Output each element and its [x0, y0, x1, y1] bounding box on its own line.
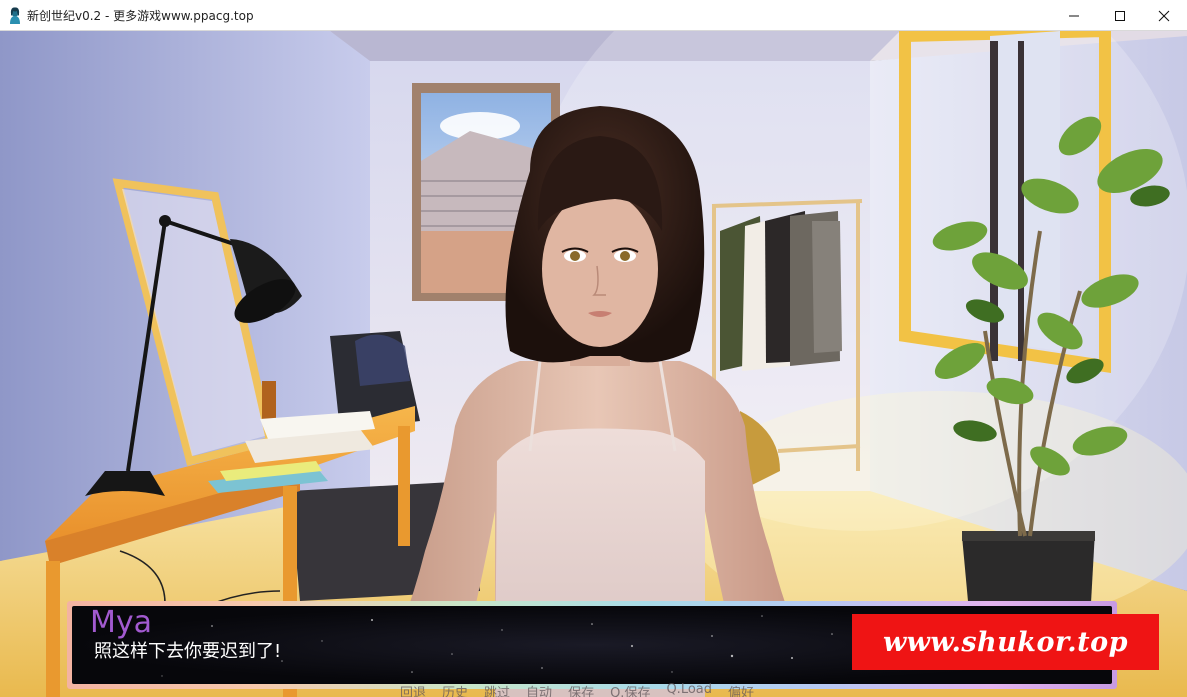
window-title-bar: 新创世纪v0.2 - 更多游戏www.ppacg.top: [0, 0, 1187, 31]
window-title: 新创世纪v0.2 - 更多游戏www.ppacg.top: [27, 9, 254, 23]
quick-menu-preferences[interactable]: 偏好: [728, 682, 754, 697]
quick-menu-auto[interactable]: 自动: [526, 682, 552, 697]
maximize-button[interactable]: [1097, 0, 1143, 31]
minimize-icon: [1069, 15, 1079, 16]
minimize-button[interactable]: [1051, 0, 1097, 31]
close-icon: [1158, 10, 1170, 21]
quick-menu-history[interactable]: 历史: [442, 682, 468, 697]
quick-menu-save[interactable]: 保存: [568, 682, 594, 697]
quick-menu-quick-load[interactable]: Q.Load: [666, 682, 712, 697]
game-viewport[interactable]: Mya 照这样下去你要迟到了! 回退 历史 跳过 自动 保存 Q.保存 Q.Lo…: [0, 31, 1187, 697]
quick-menu-rollback[interactable]: 回退: [400, 682, 426, 697]
watermark-text: www.shukor.top: [882, 626, 1129, 658]
watermark-banner: www.shukor.top: [852, 614, 1159, 670]
speaker-name: Mya: [90, 606, 153, 640]
quick-menu: 回退 历史 跳过 自动 保存 Q.保存 Q.Load 偏好: [400, 682, 770, 697]
maximize-icon: [1115, 10, 1125, 21]
close-button[interactable]: [1141, 0, 1187, 31]
quick-menu-skip[interactable]: 跳过: [484, 682, 510, 697]
bedroom-scene: [0, 31, 1187, 697]
character-silhouette-icon: [10, 7, 20, 24]
quick-menu-quick-save[interactable]: Q.保存: [610, 682, 650, 697]
dialogue-text: 照这样下去你要迟到了!: [94, 641, 282, 662]
